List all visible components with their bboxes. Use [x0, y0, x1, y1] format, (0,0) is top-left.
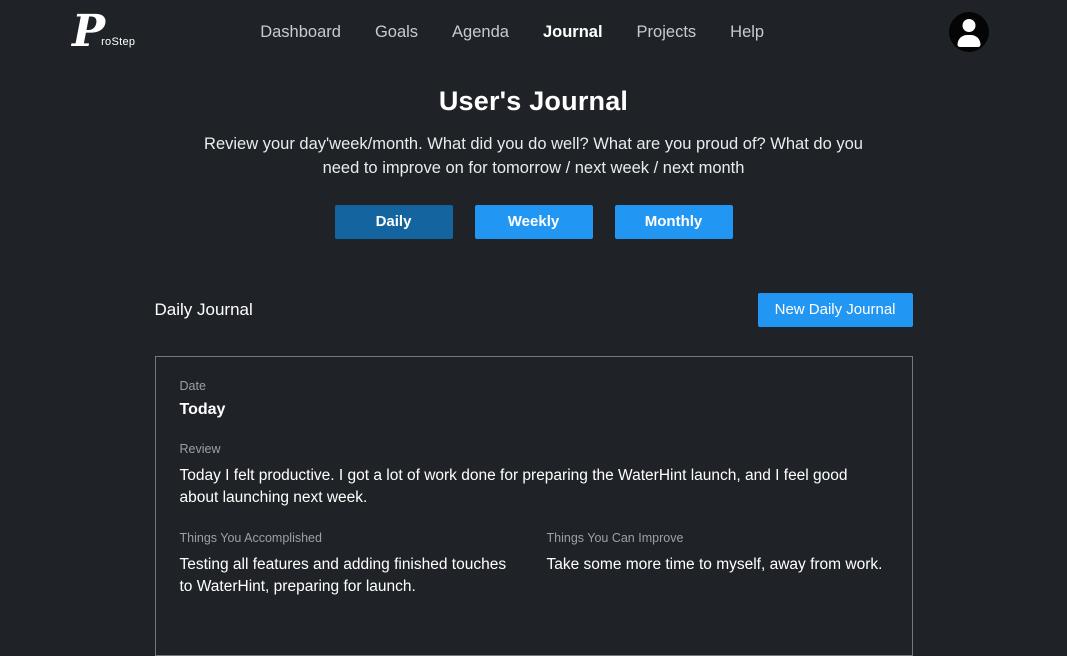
section-header: Daily Journal New Daily Journal: [154, 292, 913, 327]
prostep-logo[interactable]: P roStep: [72, 10, 136, 54]
page-subtitle: Review your day'week/month. What did you…: [204, 135, 863, 177]
nav-item-journal[interactable]: Journal: [543, 23, 603, 42]
nav-item-help[interactable]: Help: [730, 23, 764, 42]
improve-field: Things You Can Improve Take some more ti…: [547, 531, 888, 597]
date-value: Today: [179, 400, 226, 418]
daily-journal-section: Daily Journal New Daily Journal Date Tod…: [154, 292, 913, 656]
nav-item-dashboard[interactable]: Dashboard: [260, 23, 341, 42]
tab-monthly[interactable]: Monthly: [614, 204, 733, 239]
new-daily-journal-button[interactable]: New Daily Journal: [757, 292, 913, 327]
tab-daily[interactable]: Daily: [334, 204, 453, 239]
page-title: User's Journal: [438, 86, 629, 116]
period-tabs: Daily Weekly Monthly: [0, 204, 1067, 239]
improve-text: Take some more time to myself, away from…: [546, 556, 883, 574]
review-text: Today I felt productive. I got a lot of …: [179, 466, 848, 506]
user-avatar-button[interactable]: [949, 12, 989, 52]
person-icon: [962, 19, 976, 32]
accomplished-text: Testing all features and adding finished…: [179, 556, 507, 595]
section-title: Daily Journal: [154, 299, 253, 319]
date-field: Date Today: [180, 379, 888, 419]
accomplished-improve-row: Things You Accomplished Testing all feat…: [180, 531, 888, 597]
accomplished-field: Things You Accomplished Testing all feat…: [180, 531, 521, 597]
logo-text: roStep: [101, 35, 136, 48]
nav-item-agenda[interactable]: Agenda: [452, 23, 509, 42]
review-label: Review: [179, 441, 221, 456]
improve-label: Things You Can Improve: [546, 531, 684, 546]
accomplished-label: Things You Accomplished: [179, 531, 322, 546]
nav-item-projects[interactable]: Projects: [637, 23, 697, 42]
journal-page: User's Journal Review your day'week/mont…: [0, 86, 1067, 656]
person-icon-shoulders: [957, 35, 981, 47]
review-field: Review Today I felt productive. I got a …: [180, 442, 888, 508]
nav-item-goals[interactable]: Goals: [375, 23, 418, 42]
journal-entry-card: Date Today Review Today I felt productiv…: [154, 355, 913, 656]
top-bar: P roStep Dashboard Goals Agenda Journal …: [0, 0, 1067, 64]
main-nav: Dashboard Goals Agenda Journal Projects …: [135, 23, 889, 42]
date-label: Date: [179, 378, 206, 393]
tab-weekly[interactable]: Weekly: [474, 204, 593, 239]
